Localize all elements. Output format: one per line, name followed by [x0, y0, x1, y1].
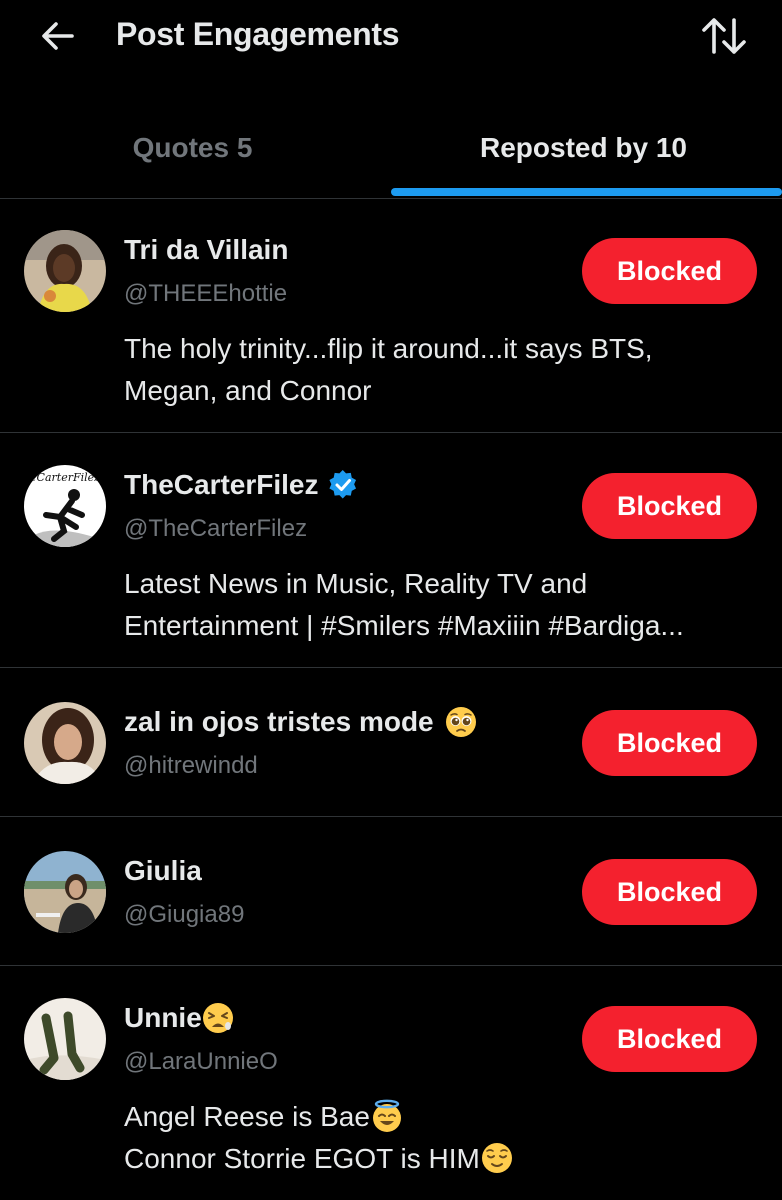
bio-line: Megan, and Connor: [124, 375, 372, 406]
bio-line: Entertainment | #Smilers #Maxiiin #Bardi…: [124, 610, 684, 641]
avatar[interactable]: [24, 230, 106, 312]
bio-line: Connor Storrie EGOT is HIM: [124, 1138, 764, 1180]
user-handle: @hitrewindd: [124, 752, 258, 779]
user-display-name: TheCarterFilez: [124, 467, 358, 503]
blocked-button[interactable]: Blocked: [582, 473, 757, 539]
user-bio: Angel Reese is Bae Connor Storrie EGOT i…: [124, 1096, 764, 1180]
pleading-face-icon: [446, 706, 477, 737]
page-title: Post Engagements: [116, 16, 400, 52]
user-display-name: zal in ojos tristes mode: [124, 704, 477, 740]
avatar[interactable]: [24, 851, 106, 933]
avatar-image: [24, 851, 106, 933]
sort-arrows-icon: [702, 18, 746, 54]
blocked-button[interactable]: Blocked: [582, 859, 757, 925]
smiling-face-with-halo-icon: [372, 1099, 401, 1132]
back-button[interactable]: [36, 14, 80, 58]
tab-quotes-label: Quotes 5: [132, 132, 253, 163]
avatar[interactable]: [24, 702, 106, 784]
blocked-button[interactable]: Blocked: [582, 710, 757, 776]
user-display-name-text: Unnie: [124, 1002, 202, 1033]
user-display-name: Giulia: [124, 855, 202, 886]
bio-line: The holy trinity...flip it around...it s…: [124, 333, 653, 364]
user-handle: @TheCarterFilez: [124, 515, 308, 542]
engagement-tabs: Quotes 5 Reposted by 10: [0, 106, 782, 199]
user-handle: @Giugia89: [124, 901, 245, 928]
active-tab-indicator: [391, 188, 782, 196]
user-display-name: Unnie: [124, 1000, 234, 1036]
relieved-face-icon: [481, 1142, 512, 1173]
avatar-image: [24, 702, 106, 784]
avatar[interactable]: [24, 998, 106, 1080]
user-row[interactable]: Unnie @LaraUnnieO Blocked Angel Reese is…: [0, 966, 782, 1200]
user-row[interactable]: eCarterFilez TheCarterFilez @TheCarterFi…: [0, 433, 782, 668]
user-display-name-text: zal in ojos tristes mode: [124, 706, 434, 737]
tab-reposted-label: Reposted by 10: [480, 132, 687, 163]
bio-line: Latest News in Music, Reality TV and: [124, 568, 588, 599]
tab-reposted-by[interactable]: Reposted by 10: [391, 106, 782, 198]
verified-badge-icon: [329, 469, 357, 499]
user-display-name: Tri da Villain: [124, 234, 289, 265]
user-row[interactable]: zal in ojos tristes mode @hitrewindd Blo…: [0, 668, 782, 817]
user-display-name-text: TheCarterFilez: [124, 469, 319, 500]
sort-button[interactable]: [698, 12, 750, 60]
user-handle: @THEEEhottie: [124, 280, 288, 307]
blocked-button[interactable]: Blocked: [582, 238, 757, 304]
avatar[interactable]: eCarterFilez: [24, 465, 106, 547]
tab-quotes[interactable]: Quotes 5: [0, 106, 391, 198]
user-bio: The holy trinity...flip it around...it s…: [124, 328, 764, 412]
top-bar: Post Engagements: [0, 0, 782, 70]
avatar-image: eCarterFilez: [24, 465, 106, 547]
blocked-button[interactable]: Blocked: [582, 1006, 757, 1072]
avatar-image: [24, 230, 106, 312]
tired-face-icon: [202, 1002, 233, 1033]
user-row[interactable]: Giulia @Giugia89 Blocked: [0, 817, 782, 966]
user-row[interactable]: Tri da Villain @THEEEhottie Blocked The …: [0, 198, 782, 433]
user-bio: Latest News in Music, Reality TV and Ent…: [124, 563, 764, 647]
bio-line-text: Angel Reese is Bae: [124, 1101, 370, 1132]
avatar-text: eCarterFilez: [30, 471, 100, 484]
bio-line-text: Connor Storrie EGOT is HIM: [124, 1143, 480, 1174]
bio-line: Angel Reese is Bae: [124, 1096, 764, 1138]
arrow-left-icon: [42, 22, 74, 50]
avatar-image: [24, 998, 106, 1080]
user-handle: @LaraUnnieO: [124, 1048, 278, 1075]
